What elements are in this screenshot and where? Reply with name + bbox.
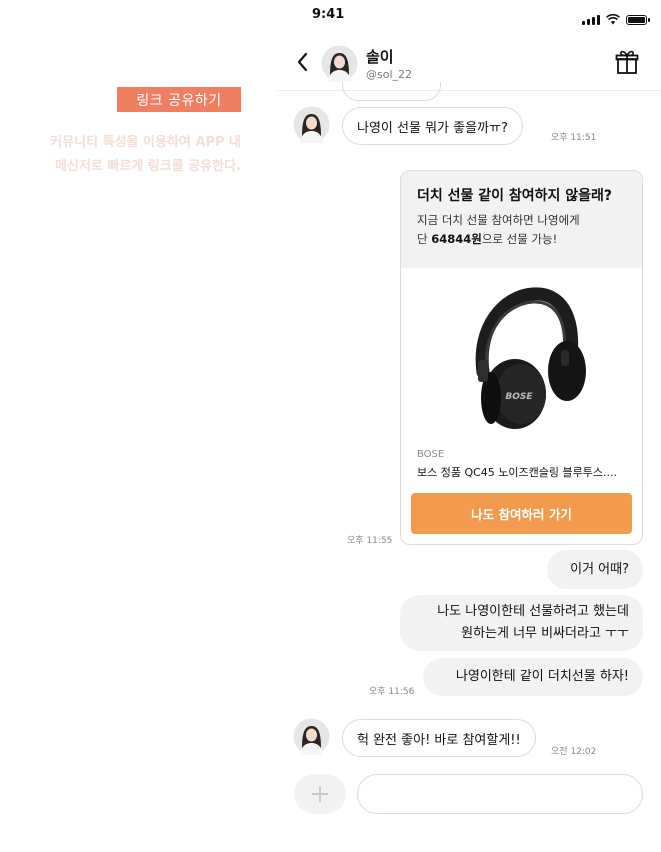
card-desc-line-1: 지금 더치 선물 참여하면 나영에게 [417, 213, 580, 227]
previous-message-bubble [342, 82, 441, 101]
message-timestamp: 오후 11:55 [347, 536, 393, 546]
card-description: 지금 더치 선물 참여하면 나영에게 단 64844원으로 선물 가능! [417, 211, 627, 249]
chat-screen: 9:41 솔이 @sol_22 나영이 선물 뭐가 좋을까ㅠ? 오후 11:51… [278, 0, 661, 852]
avatar[interactable] [321, 45, 358, 82]
contact-handle: @sol_22 [366, 68, 413, 81]
annotation-tag: 링크 공유하기 [117, 87, 241, 112]
chat-header: 솔이 @sol_22 [278, 37, 661, 91]
signal-icon [582, 15, 600, 25]
card-title: 더치 선물 같이 참여하지 않을래? [417, 188, 613, 204]
avatar[interactable] [293, 718, 330, 755]
battery-icon [626, 15, 650, 25]
product-image[interactable]: BOSE [401, 268, 642, 438]
incoming-message[interactable]: 나영이 선물 뭐가 좋을까ㅠ? [342, 107, 523, 145]
attach-button[interactable] [294, 774, 346, 814]
status-icons [582, 14, 650, 25]
card-desc-prefix: 단 [417, 232, 432, 246]
card-desc-suffix: 으로 선물 가능! [481, 232, 558, 246]
back-arrow-icon[interactable] [294, 51, 312, 73]
annotation-line-1: 커뮤니티 특성을 이용하여 APP 내 [50, 135, 241, 150]
plus-icon [312, 786, 328, 802]
product-name[interactable]: 보스 정품 QC45 노이즈캔슬링 블루투스.... [417, 464, 617, 480]
outgoing-message-line-1: 나도 나영이한테 선물하려고 했는데 [437, 604, 629, 619]
outgoing-message[interactable]: 나도 나영이한테 선물하려고 했는데 원하는게 너무 비싸더라고 ㅜㅜ [400, 595, 643, 651]
contact-name: 솔이 [366, 48, 394, 66]
outgoing-message[interactable]: 나영이한테 같이 더치선물 하자! [423, 658, 643, 696]
message-timestamp: 오전 12:02 [551, 747, 597, 757]
product-logo: BOSE [505, 392, 533, 402]
product-brand: BOSE [417, 449, 445, 460]
outgoing-message[interactable]: 이거 어때? [547, 550, 643, 589]
join-gift-button[interactable]: 나도 참여하러 가기 [411, 493, 632, 534]
message-input[interactable] [357, 774, 643, 814]
card-price: 64844원 [431, 232, 482, 246]
status-time: 9:41 [312, 7, 345, 22]
message-timestamp: 오후 11:56 [369, 687, 415, 697]
headphones-image: BOSE [475, 287, 586, 429]
outgoing-message-line-2: 원하는게 너무 비싸더라고 ㅜㅜ [461, 626, 629, 641]
card-desc-line-2: 단 64844원으로 선물 가능! [417, 230, 627, 249]
card-header: 더치 선물 같이 참여하지 않을래? 지금 더치 선물 참여하면 나영에게 단 … [401, 171, 642, 268]
annotation-line-2: 메신저로 빠르게 링크를 공유한다. [55, 159, 241, 174]
wifi-icon [606, 14, 620, 25]
annotation-description: 커뮤니티 특성을 이용하여 APP 내 메신저로 빠르게 링크를 공유한다. [0, 131, 241, 179]
dutch-gift-card[interactable]: 더치 선물 같이 참여하지 않을래? 지금 더치 선물 참여하면 나영에게 단 … [400, 170, 643, 545]
incoming-message[interactable]: 헉 완전 좋아! 바로 참여할게!! [342, 719, 536, 757]
gift-icon[interactable] [615, 49, 639, 75]
message-timestamp: 오후 11:51 [551, 133, 597, 143]
avatar[interactable] [293, 106, 330, 143]
